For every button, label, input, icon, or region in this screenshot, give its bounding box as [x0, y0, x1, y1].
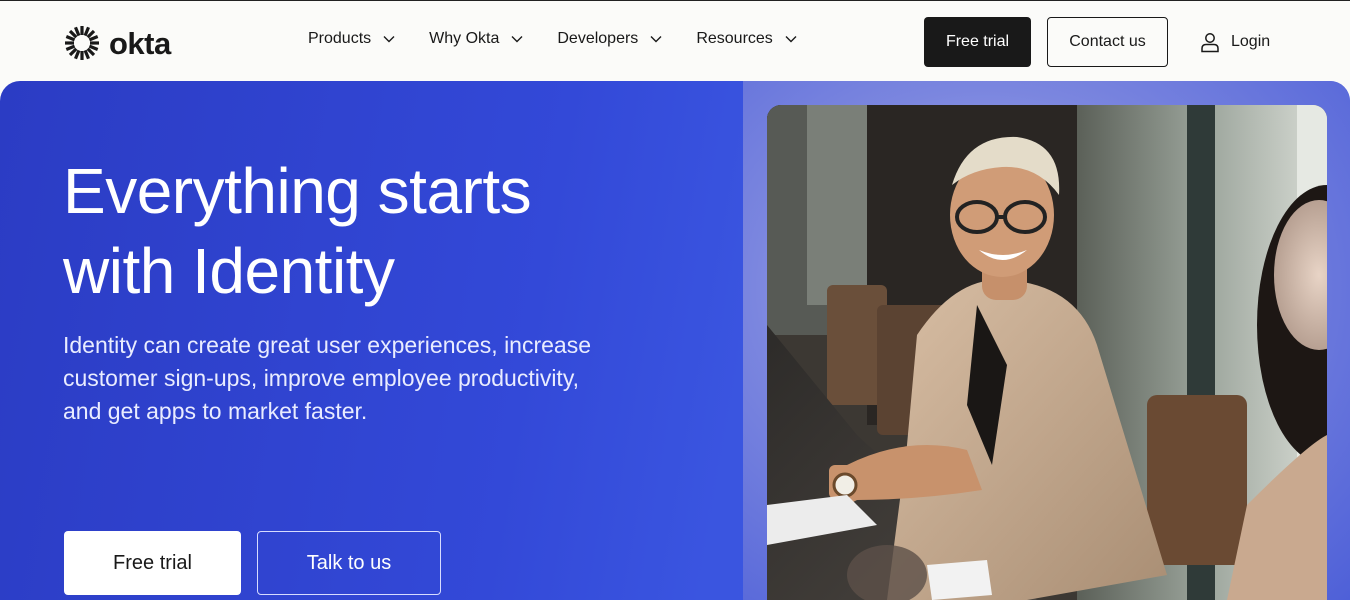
chevron-down-icon	[785, 36, 797, 43]
hero-subtext: Identity can create great user experienc…	[63, 332, 592, 424]
chevron-down-icon	[511, 36, 523, 43]
login-link[interactable]: Login	[1199, 30, 1270, 54]
chevron-down-icon	[383, 36, 395, 43]
hero-headline-line-2: with Identity	[63, 235, 395, 307]
hero-free-trial-button[interactable]: Free trial	[64, 531, 241, 595]
talk-to-us-button[interactable]: Talk to us	[257, 531, 441, 595]
user-icon	[1201, 33, 1219, 53]
nav-item-label: Resources	[696, 30, 773, 47]
contact-us-button[interactable]: Contact us	[1047, 17, 1168, 67]
header-free-trial-button[interactable]: Free trial	[924, 17, 1031, 67]
okta-logo[interactable]: okta	[62, 23, 171, 63]
site-header: okta Products Why Okta Developers Resour…	[0, 0, 1350, 81]
nav-item-why-okta[interactable]: Why Okta	[429, 30, 523, 48]
nav-item-label: Developers	[557, 30, 639, 47]
login-label: Login	[1231, 33, 1271, 50]
okta-sunburst-icon	[65, 26, 99, 60]
nav-item-label: Products	[308, 30, 372, 47]
chevron-down-icon	[650, 36, 662, 43]
hero-photo	[767, 105, 1327, 600]
hero-headline: Everything starts with Identity	[63, 151, 703, 311]
hero-section: Everything starts with Identity Identity…	[0, 81, 1350, 600]
main-nav: Products Why Okta Developers Resources	[308, 27, 797, 51]
hero-photo-illustration	[767, 105, 1327, 600]
nav-item-developers[interactable]: Developers	[557, 30, 662, 48]
brand-name: okta	[109, 25, 171, 61]
nav-item-label: Why Okta	[429, 30, 500, 47]
nav-item-products[interactable]: Products	[308, 30, 395, 48]
nav-item-resources[interactable]: Resources	[696, 30, 797, 48]
hero-headline-line-1: Everything starts	[63, 155, 532, 227]
